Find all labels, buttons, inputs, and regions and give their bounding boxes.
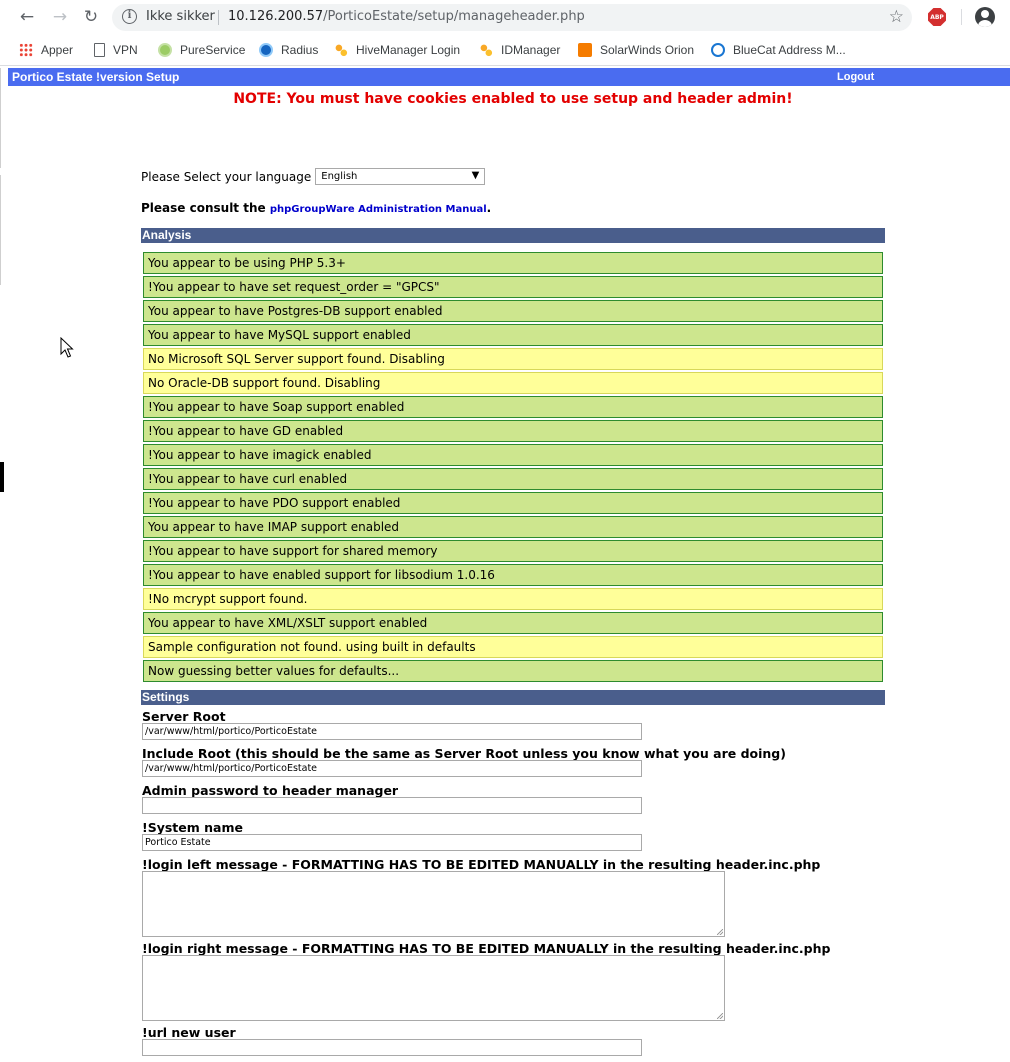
url-new-user-label: !url new user <box>142 1025 236 1040</box>
frame-edge-marker <box>0 462 4 492</box>
info-icon[interactable]: i <box>122 9 137 24</box>
back-arrow-icon[interactable]: ← <box>15 6 39 28</box>
admin-password-label: Admin password to header manager <box>142 783 399 798</box>
radius-icon <box>259 43 273 57</box>
analysis-row: !You appear to have set request_order = … <box>143 276 883 298</box>
hivemanager-icon <box>334 43 348 57</box>
bookmark-idmanager[interactable]: IDManager <box>479 41 560 59</box>
apps-grid-icon <box>19 43 33 57</box>
app-title: Portico Estate !version Setup <box>12 70 180 84</box>
include-root-input[interactable]: /var/www/html/portico/PorticoEstate <box>142 760 642 777</box>
adblock-icon[interactable]: ABP <box>928 8 946 26</box>
consult-prefix: Please consult the <box>141 201 270 215</box>
analysis-row: !You appear to have curl enabled <box>143 468 883 490</box>
analysis-row: You appear to have Postgres-DB support e… <box>143 300 883 322</box>
bookmarks-bar: Apper VPN PureService Radius HiveManager… <box>0 34 1010 66</box>
url-new-user-input[interactable] <box>142 1039 642 1056</box>
analysis-row: You appear to have MySQL support enabled <box>143 324 883 346</box>
admin-password-input[interactable] <box>142 797 642 814</box>
bookmark-star-icon[interactable]: ☆ <box>889 7 904 27</box>
bluecat-icon <box>711 43 725 57</box>
resize-grip-icon[interactable] <box>717 1013 723 1019</box>
consult-suffix: . <box>486 201 492 215</box>
admin-manual-link[interactable]: phpGroupWare Administration Manual <box>270 204 487 215</box>
analysis-row: !You appear to have enabled support for … <box>143 564 883 586</box>
analysis-row: You appear to have XML/XSLT support enab… <box>143 612 883 634</box>
server-root-label: Server Root <box>142 709 226 724</box>
bookmark-label: Apper <box>41 43 74 57</box>
settings-header: Settings <box>141 690 885 705</box>
language-select[interactable]: English ▼ <box>315 168 486 185</box>
analysis-row: !You appear to have PDO support enabled <box>143 492 883 514</box>
bookmark-apper[interactable]: Apper <box>19 41 73 59</box>
analysis-list: You appear to be using PHP 5.3+ !You appe… <box>143 252 883 684</box>
browser-toolbar: ← → ↻ i Ikke sikker 10.126.200.57/Portic… <box>0 0 1010 34</box>
consult-line: Please consult the phpGroupWare Administ… <box>141 201 491 215</box>
cookie-warning: NOTE: You must have cookies enabled to u… <box>233 91 793 107</box>
address-bar[interactable]: i Ikke sikker 10.126.200.57/PorticoEstat… <box>112 4 912 31</box>
analysis-row: !You appear to have imagick enabled <box>143 444 883 466</box>
language-label: Please Select your language <box>141 169 312 184</box>
bookmark-label: SolarWinds Orion <box>600 43 695 57</box>
document-icon <box>94 43 105 57</box>
dropdown-arrow-icon: ▼ <box>471 170 480 181</box>
toolbar-divider <box>961 9 962 25</box>
frame-edge <box>0 175 1 285</box>
analysis-row: !You appear to have support for shared m… <box>143 540 883 562</box>
reload-icon[interactable]: ↻ <box>79 6 103 28</box>
system-name-input[interactable]: Portico Estate <box>142 834 642 851</box>
bookmark-vpn[interactable]: VPN <box>94 41 138 59</box>
bookmark-label: VPN <box>113 43 138 57</box>
bookmark-solarwinds[interactable]: SolarWinds Orion <box>578 41 694 59</box>
forward-arrow-icon[interactable]: → <box>48 6 72 28</box>
mouse-cursor-icon <box>60 337 74 358</box>
language-row: Please Select your language English ▼ <box>141 168 486 185</box>
system-name-label: !System name <box>142 820 243 835</box>
analysis-row: You appear to have IMAP support enabled <box>143 516 883 538</box>
bookmark-label: BlueCat Address M... <box>733 43 846 57</box>
analysis-row: No Oracle-DB support found. Disabling <box>143 372 883 394</box>
bookmark-label: HiveManager Login <box>356 43 461 57</box>
login-left-textarea[interactable] <box>142 871 725 937</box>
idmanager-icon <box>479 43 493 57</box>
login-right-label: !login right message - FORMATTING HAS TO… <box>142 941 831 956</box>
frame-edge <box>0 68 1 168</box>
resize-grip-icon[interactable] <box>717 929 723 935</box>
server-root-input[interactable]: /var/www/html/portico/PorticoEstate <box>142 723 642 740</box>
bookmark-pureservice[interactable]: PureService <box>158 41 245 59</box>
language-selected: English <box>321 171 358 182</box>
bookmark-bluecat[interactable]: BlueCat Address M... <box>711 41 846 59</box>
analysis-row: Sample configuration not found. using bu… <box>143 636 883 658</box>
omnibox-divider <box>218 10 219 25</box>
url-path: /PorticoEstate/setup/manageheader.php <box>323 9 585 24</box>
analysis-row: Now guessing better values for defaults.… <box>143 660 883 682</box>
bookmark-label: IDManager <box>501 43 561 57</box>
bookmark-hivemanager[interactable]: HiveManager Login <box>334 41 460 59</box>
solarwinds-icon <box>578 43 592 57</box>
app-header-bar: Portico Estate !version Setup Logout <box>8 68 1010 86</box>
analysis-row: You appear to be using PHP 5.3+ <box>143 252 883 274</box>
url-host: 10.126.200.57 <box>228 9 324 24</box>
login-right-textarea[interactable] <box>142 955 725 1021</box>
analysis-row: !You appear to have GD enabled <box>143 420 883 442</box>
analysis-row: !You appear to have Soap support enabled <box>143 396 883 418</box>
analysis-header: Analysis <box>141 228 885 243</box>
url-text[interactable]: 10.126.200.57/PorticoEstate/setup/manage… <box>228 9 585 24</box>
login-left-label: !login left message - FORMATTING HAS TO … <box>142 857 821 872</box>
analysis-row: No Microsoft SQL Server support found. D… <box>143 348 883 370</box>
bookmark-label: PureService <box>180 43 246 57</box>
bookmark-label: Radius <box>281 43 319 57</box>
logout-link[interactable]: Logout <box>837 71 874 83</box>
profile-avatar-icon[interactable] <box>975 7 995 27</box>
analysis-row: !No mcrypt support found. <box>143 588 883 610</box>
bookmark-radius[interactable]: Radius <box>259 41 318 59</box>
pureservice-icon <box>158 43 172 57</box>
security-status[interactable]: Ikke sikker <box>146 9 215 24</box>
include-root-label: Include Root (this should be the same as… <box>142 746 786 761</box>
